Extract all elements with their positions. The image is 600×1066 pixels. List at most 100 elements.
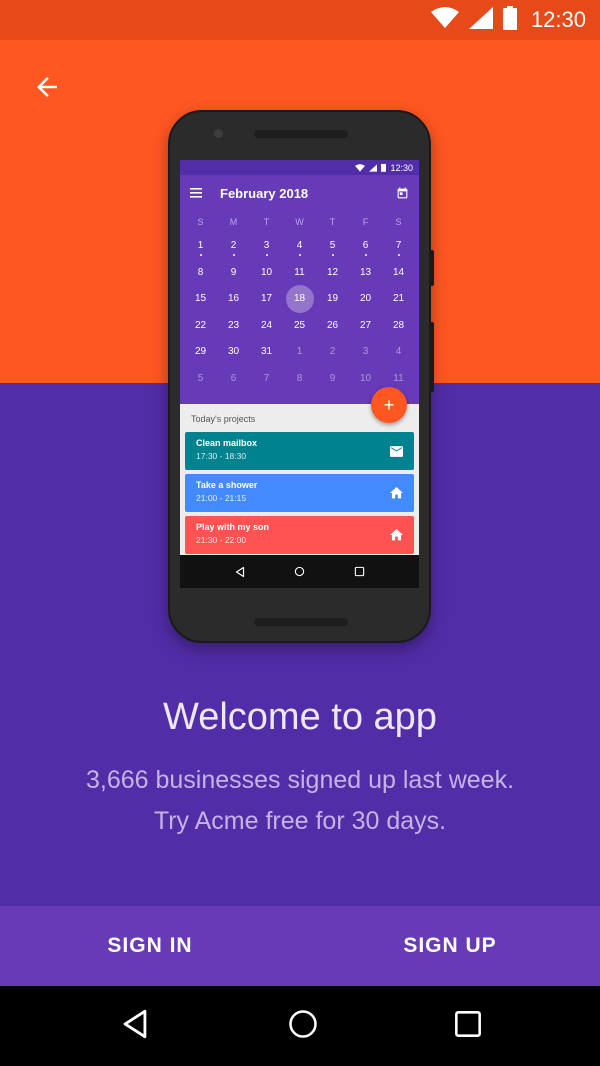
calendar-day[interactable]: 24 [250, 313, 283, 340]
project-card[interactable]: Take a shower 21:00 - 21:15 [185, 474, 414, 512]
weekday-label: F [362, 217, 369, 227]
calendar-day[interactable]: 14 [382, 260, 415, 287]
calendar-day[interactable]: 30 [217, 339, 250, 366]
calendar-day[interactable]: 5 [316, 233, 349, 260]
weekday-label: T [263, 217, 270, 227]
signal-icon [468, 6, 493, 34]
calendar-day[interactable]: 28 [382, 313, 415, 340]
calendar-day[interactable]: 27 [349, 313, 382, 340]
weekday-label: T [329, 217, 336, 227]
phone-side-button [430, 250, 434, 286]
calendar-day[interactable]: 3 [349, 339, 382, 366]
back-button[interactable] [28, 68, 66, 106]
home-circle-icon [295, 566, 305, 577]
calendar-day[interactable]: 26 [316, 313, 349, 340]
menu-icon [190, 188, 202, 198]
project-time: 21:00 - 21:15 [196, 493, 247, 503]
calendar-day[interactable]: 17 [250, 286, 283, 313]
calendar-header: February 2018 [180, 175, 419, 211]
calendar-day[interactable]: 8 [283, 366, 316, 393]
calendar-day[interactable]: 23 [217, 313, 250, 340]
calendar-day[interactable]: 9 [316, 366, 349, 393]
calendar-day[interactable]: 3 [250, 233, 283, 260]
back-triangle-icon [236, 566, 245, 577]
home-circle-icon [289, 1009, 317, 1038]
weekday-label: M [229, 217, 238, 227]
calendar-day[interactable]: 4 [283, 233, 316, 260]
calendar-day[interactable]: 19 [316, 286, 349, 313]
calendar-day[interactable]: 8 [184, 260, 217, 287]
calendar-day[interactable]: 9 [217, 260, 250, 287]
phone-speaker-bottom [254, 618, 348, 626]
sign-up-button[interactable]: SIGN UP [300, 906, 600, 986]
project-name: Clean mailbox [196, 438, 258, 448]
recents-square-icon [455, 1010, 481, 1037]
project-time: 17:30 - 18:30 [196, 451, 247, 461]
recents-square-icon [354, 566, 364, 577]
calendar-day[interactable]: 13 [349, 260, 382, 287]
calendar-week: 1 2 3 4 5 6 7 [180, 233, 419, 260]
calendar-day[interactable]: 25 [283, 313, 316, 340]
calendar-day[interactable]: 1 [283, 339, 316, 366]
home-icon [390, 486, 403, 504]
calendar-day[interactable]: 22 [184, 313, 217, 340]
calendar-month-title: February 2018 [220, 185, 309, 201]
calendar-day[interactable]: 7 [382, 233, 415, 260]
battery-icon [502, 5, 517, 35]
calendar-day[interactable]: 16 [217, 286, 250, 313]
home-icon [390, 528, 403, 546]
project-card[interactable]: Play with my son 21:30 - 22:00 [185, 516, 414, 554]
calendar-day[interactable]: 12 [316, 260, 349, 287]
auth-actions: SIGN IN SIGN UP [0, 906, 600, 986]
calendar-day[interactable]: 21 [382, 286, 415, 313]
wifi-icon [355, 163, 366, 172]
calendar-day[interactable]: 5 [184, 366, 217, 393]
calendar-day[interactable]: 31 [250, 339, 283, 366]
calendar: February 2018 S M T W T F S 1 2 3 4 5 6 … [180, 175, 419, 404]
status-time: 12:30 [530, 7, 586, 32]
projects-list: Today's projects Clean mailbox 17:30 - 1… [180, 404, 419, 554]
calendar-day[interactable]: 4 [382, 339, 415, 366]
calendar-day[interactable]: 7 [250, 366, 283, 393]
nav-back-button[interactable] [118, 1007, 152, 1046]
phone-screen: 12:30 February 2018 S M T W T F S 1 2 3 … [180, 160, 419, 588]
calendar-day[interactable]: 6 [217, 366, 250, 393]
welcome-subtitle: 3,666 businesses signed up last week. Tr… [0, 760, 600, 842]
sign-in-button[interactable]: SIGN IN [0, 906, 300, 986]
calendar-day[interactable]: 29 [184, 339, 217, 366]
calendar-day[interactable]: 1 [184, 233, 217, 260]
project-name: Play with my son [196, 522, 270, 532]
screen-nav-bar [180, 555, 419, 588]
project-time: 21:30 - 22:00 [196, 535, 247, 545]
calendar-day[interactable]: 15 [184, 286, 217, 313]
signal-icon [369, 163, 378, 172]
mail-icon [390, 444, 403, 462]
weekday-label: S [197, 217, 204, 227]
calendar-day[interactable]: 20 [349, 286, 382, 313]
arrow-back-icon [37, 77, 57, 97]
screen-status-bar: 12:30 [180, 160, 419, 175]
battery-icon [381, 163, 387, 172]
project-name: Take a shower [196, 480, 258, 490]
system-nav-bar [0, 986, 600, 1066]
calendar-day-selected[interactable]: 18 [283, 286, 316, 313]
status-bar: 12:30 [0, 0, 600, 40]
calendar-day[interactable]: 10 [349, 366, 382, 393]
add-fab-button[interactable]: + [371, 387, 407, 423]
phone-mockup: 12:30 February 2018 S M T W T F S 1 2 3 … [168, 110, 434, 643]
nav-recents-button[interactable] [454, 1010, 482, 1043]
nav-home-button[interactable] [288, 1009, 318, 1044]
calendar-day[interactable]: 2 [316, 339, 349, 366]
calendar-weekdays: S M T W T F S [180, 211, 419, 233]
calendar-day[interactable]: 10 [250, 260, 283, 287]
calendar-day[interactable]: 6 [349, 233, 382, 260]
calendar-day[interactable]: 2 [217, 233, 250, 260]
calendar-week: 15 16 17 18 19 20 21 [180, 286, 419, 313]
phone-side-button [430, 322, 434, 392]
welcome-headline: Welcome to app [163, 696, 437, 738]
project-card[interactable]: Clean mailbox 17:30 - 18:30 [185, 432, 414, 470]
wifi-icon [430, 6, 459, 34]
calendar-week: 29 30 31 1 2 3 4 [180, 339, 419, 366]
weekday-label: S [395, 217, 402, 227]
calendar-day[interactable]: 11 [283, 260, 316, 287]
